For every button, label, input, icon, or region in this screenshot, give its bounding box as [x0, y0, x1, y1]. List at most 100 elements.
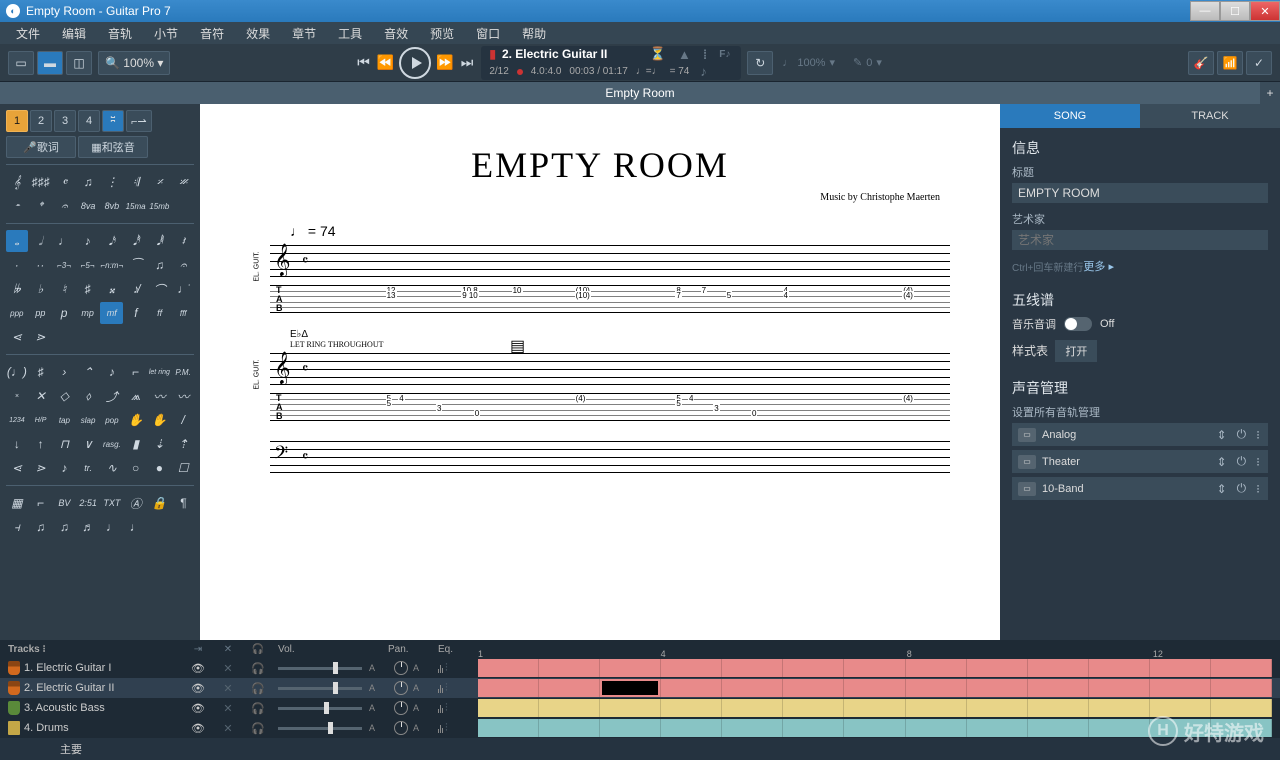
solo-button[interactable]: 🎧	[248, 702, 268, 715]
layout-page-button[interactable]: ▭	[8, 51, 34, 75]
rasg-icon[interactable]: rasg.	[101, 433, 123, 455]
mp-icon[interactable]: mp	[77, 302, 99, 324]
staccato2-icon[interactable]: ♪	[101, 361, 123, 383]
tuning-toggle[interactable]	[1064, 317, 1092, 331]
golpe-icon[interactable]: ☐	[172, 457, 194, 479]
bar-cell[interactable]	[1089, 679, 1150, 697]
bar-cell[interactable]	[1028, 679, 1089, 697]
sound-dropdown[interactable]: ⇕	[1215, 455, 1229, 469]
accent-icon[interactable]: ⌒	[149, 278, 171, 300]
crescendo-icon[interactable]: ⋖	[6, 326, 28, 348]
bar-cell[interactable]	[478, 659, 539, 677]
pan-knob[interactable]	[394, 701, 408, 715]
bar-cell[interactable]	[1028, 719, 1089, 737]
bar-cell[interactable]	[1089, 699, 1150, 717]
up-stroke-icon[interactable]: ↑	[30, 433, 52, 455]
volume-slider[interactable]	[278, 687, 362, 690]
mute-all-icon[interactable]: ✕	[218, 644, 238, 655]
bar-cell[interactable]	[1150, 659, 1211, 677]
track-row[interactable]: 3. Acoustic Bass 👁 ✕ 🎧 A A ⫶	[0, 698, 1280, 718]
chord-diagram-icon[interactable]: ▦	[6, 492, 28, 514]
tuplet3-icon[interactable]: ⌐3¬	[53, 254, 75, 276]
bar-cell[interactable]	[967, 699, 1028, 717]
bar-cell[interactable]	[1150, 679, 1211, 697]
pp-icon[interactable]: pp	[30, 302, 52, 324]
simile2-icon[interactable]: 𝄏	[172, 171, 194, 193]
hand2-icon[interactable]: ✋	[149, 409, 171, 431]
menu-音符[interactable]: 音符	[190, 23, 234, 44]
bar-cell[interactable]	[1211, 659, 1272, 677]
bar-cell[interactable]	[478, 719, 539, 737]
track-row[interactable]: 2. Electric Guitar II 👁 ✕ 🎧 A A ⫶	[0, 678, 1280, 698]
let-ring-icon[interactable]: let ring	[149, 361, 171, 383]
collapse-icon[interactable]: ⇥	[188, 644, 208, 655]
auto-button[interactable]: A	[366, 703, 378, 713]
ff-icon[interactable]: ff	[149, 302, 171, 324]
accent2-icon[interactable]: ›	[54, 361, 76, 383]
bar-cell[interactable]	[844, 719, 905, 737]
free-time-icon[interactable]: ⋮	[101, 171, 123, 193]
solo-button[interactable]: 🎧	[248, 682, 268, 695]
layout-screen-button[interactable]: ▬	[37, 51, 63, 75]
tap-harm-icon[interactable]: ⬨	[77, 385, 99, 407]
ottava-icon[interactable]: 8va	[77, 195, 99, 217]
arpeggio-down-icon[interactable]: ⇣	[149, 433, 171, 455]
minimize-button[interactable]: —	[1190, 1, 1220, 21]
sound-menu[interactable]: ⁝	[1254, 455, 1262, 469]
forward-icon[interactable]: ⏩	[434, 52, 455, 73]
lock-icon[interactable]: 🔒	[149, 492, 171, 514]
bar-cell[interactable]	[539, 699, 600, 717]
eq-menu-icon[interactable]: ⫶	[445, 682, 448, 695]
bar-cell[interactable]	[661, 659, 722, 677]
view-4-button[interactable]: 4	[78, 110, 100, 132]
mute-button[interactable]: ✕	[218, 682, 238, 695]
chords-button[interactable]: ▦ 和弦音	[78, 136, 148, 158]
menu-音轨[interactable]: 音轨	[98, 23, 142, 44]
quarter-note[interactable]: ♩	[53, 230, 75, 252]
15mb-icon[interactable]: 15mb	[149, 195, 171, 217]
auto-button[interactable]: A	[410, 683, 422, 693]
flat-icon[interactable]: ♭	[30, 278, 52, 300]
tenuto-icon[interactable]: ⌐	[125, 361, 147, 383]
bar-cell[interactable]	[661, 699, 722, 717]
timer-icon[interactable]: 2:51	[77, 492, 99, 514]
layout-split-button[interactable]: ◫	[66, 51, 92, 75]
title-field[interactable]	[1012, 183, 1268, 203]
bar-cell[interactable]	[539, 679, 600, 697]
bar-cell[interactable]	[1211, 679, 1272, 697]
auto-button[interactable]: A	[410, 663, 422, 673]
menu-小节[interactable]: 小节	[144, 23, 188, 44]
eq-icon[interactable]	[438, 703, 443, 713]
solo-all-icon[interactable]: 🎧	[248, 644, 268, 655]
view-2-button[interactable]: 2	[30, 110, 52, 132]
double-sharp-icon[interactable]: 𝄪	[100, 278, 123, 300]
bar-cell[interactable]	[1150, 699, 1211, 717]
rewind-icon[interactable]: ⏪	[375, 52, 396, 73]
repeat-icon[interactable]: 𝄇	[125, 171, 147, 193]
menu-预览[interactable]: 预览	[420, 23, 464, 44]
track-row[interactable]: 1. Electric Guitar I 👁 ✕ 🎧 A A ⫶	[0, 658, 1280, 678]
fingering-icon[interactable]: 1234	[6, 409, 28, 431]
mute-button[interactable]: ✕	[218, 662, 238, 675]
bv-icon[interactable]: BV	[54, 492, 76, 514]
visibility-toggle[interactable]: 👁	[188, 682, 208, 695]
ghost-icon[interactable]: ♯	[30, 361, 52, 383]
menu-音效[interactable]: 音效	[374, 23, 418, 44]
eq-menu-icon[interactable]: ⫶	[445, 702, 448, 715]
sharps-icon[interactable]: ♯♯♯	[30, 171, 52, 193]
closed-wah-icon[interactable]: ●	[149, 457, 171, 479]
bar-cell[interactable]	[783, 699, 844, 717]
bar-cell[interactable]	[1028, 699, 1089, 717]
drumpad-button[interactable]: ✓	[1246, 51, 1272, 75]
dot-icon[interactable]: ·	[6, 254, 28, 276]
fermata-icon[interactable]: 𝄐	[54, 195, 76, 217]
barre-icon[interactable]: ⌐	[30, 492, 52, 514]
view-1-button[interactable]: 1	[6, 110, 28, 132]
menu-窗口[interactable]: 窗口	[466, 23, 510, 44]
bar-cell[interactable]	[478, 699, 539, 717]
bar-cell[interactable]	[1089, 719, 1150, 737]
slide-icon[interactable]: /	[172, 409, 194, 431]
sharp-icon[interactable]: ♯	[77, 278, 99, 300]
track-row[interactable]: 4. Drums 👁 ✕ 🎧 A A ⫶	[0, 718, 1280, 738]
grace-icon[interactable]: ♪̸	[125, 278, 147, 300]
